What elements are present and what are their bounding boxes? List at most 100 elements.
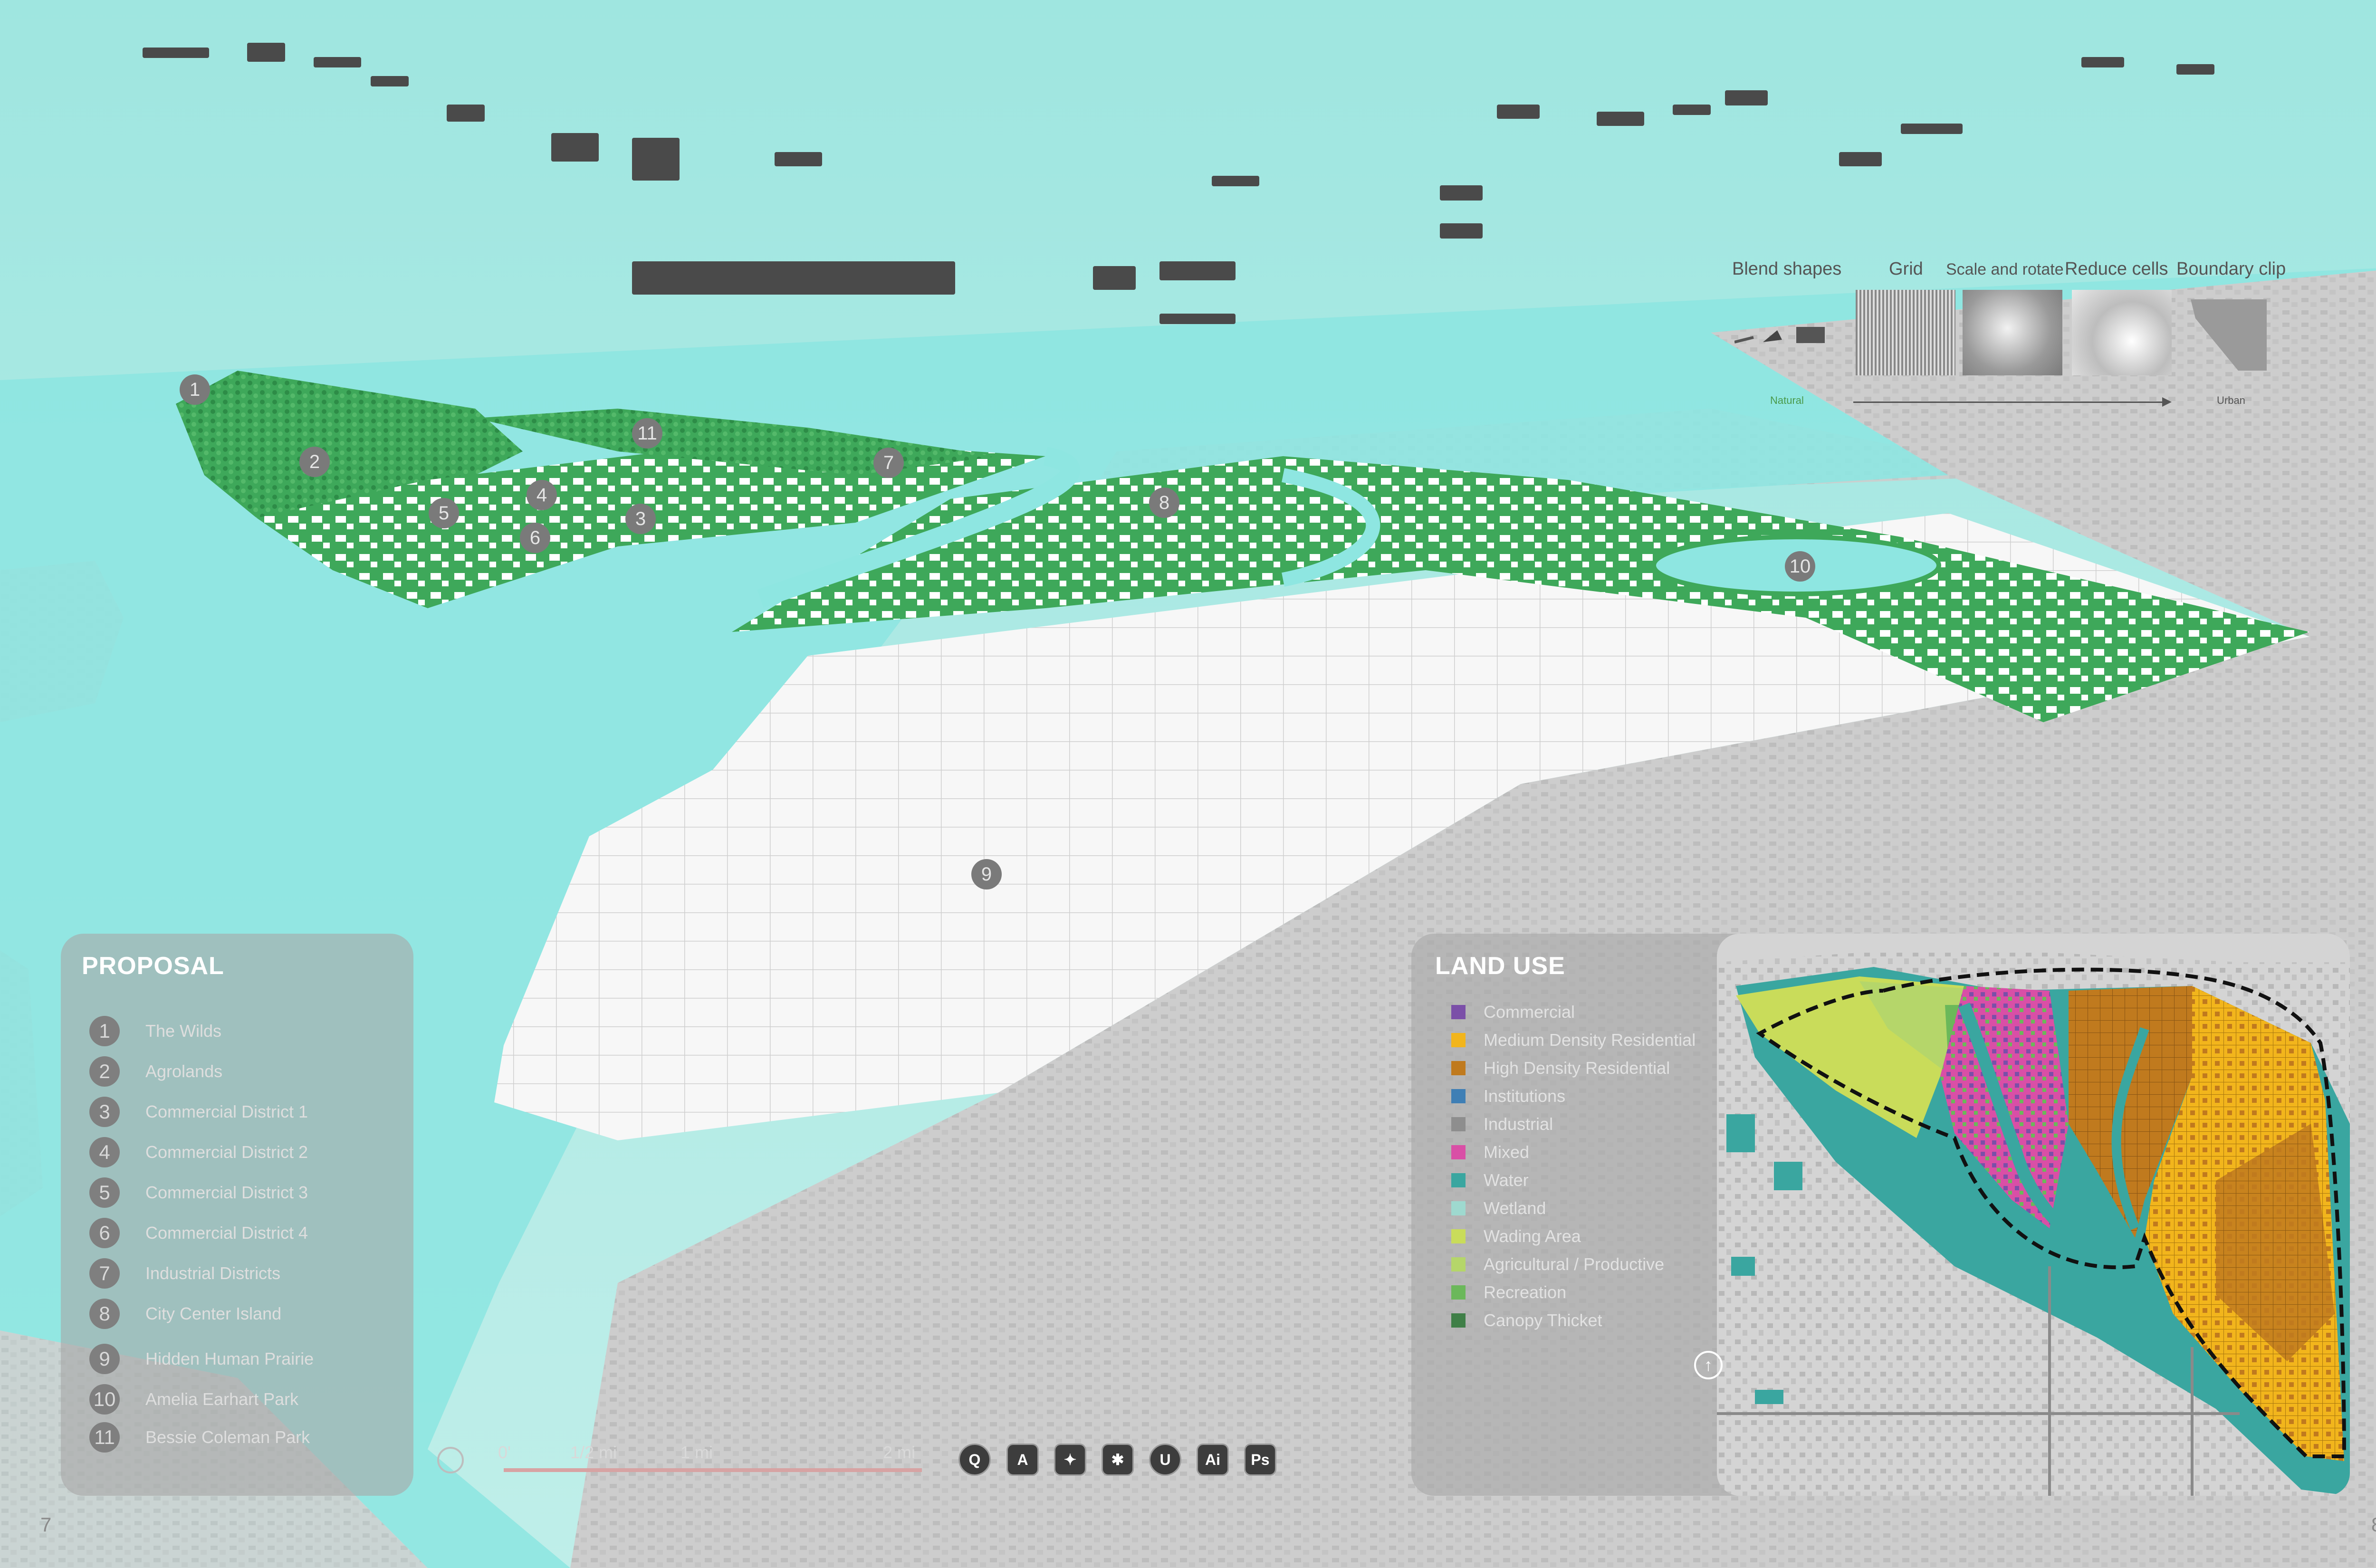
step-label: Boundary clip xyxy=(2176,259,2286,279)
map-marker: 11 xyxy=(632,418,662,449)
land-use-label: Agricultural / Productive xyxy=(1484,1254,1665,1274)
land-use-item: Water xyxy=(1451,1166,1529,1194)
land-use-item: Institutions xyxy=(1451,1082,1565,1110)
proposal-item-label: Hidden Human Prairie xyxy=(145,1349,314,1368)
number-badge: 2 xyxy=(89,1056,120,1087)
illustrator-icon: Ai xyxy=(1197,1444,1229,1476)
land-use-label: Canopy Thicket xyxy=(1484,1310,1602,1330)
north-arrow-icon: ↑ xyxy=(1694,1351,1723,1379)
land-use-label: Wetland xyxy=(1484,1198,1546,1218)
proposal-item-label: City Center Island xyxy=(145,1304,282,1323)
gh-node xyxy=(1597,112,1644,126)
axis-start-label: Natural xyxy=(1770,394,1804,406)
gh-node xyxy=(1093,266,1136,290)
land-use-item: Canopy Thicket xyxy=(1451,1307,1602,1334)
number-badge: 9 xyxy=(89,1344,120,1374)
gh-node xyxy=(1159,261,1236,280)
swatch xyxy=(1451,1033,1466,1047)
number-badge: 11 xyxy=(89,1422,120,1453)
land-use-item: Medium Density Residential xyxy=(1451,1026,1696,1054)
land-use-label: Industrial xyxy=(1484,1114,1553,1134)
map-marker: 2 xyxy=(299,447,330,477)
reduce-cells-thumbnail xyxy=(2072,290,2172,375)
step-label: Grid xyxy=(1889,259,1923,279)
gh-node xyxy=(1725,90,1768,105)
land-use-label: Medium Density Residential xyxy=(1484,1030,1696,1050)
step-label: Blend shapes xyxy=(1732,259,1842,279)
number-badge: 5 xyxy=(89,1177,120,1208)
gh-node xyxy=(1839,152,1882,166)
land-use-item: Wetland xyxy=(1451,1195,1546,1222)
proposal-item: 11 Bessie Coleman Park xyxy=(89,1421,310,1454)
qgis-icon: Q xyxy=(958,1444,991,1476)
blend-shapes-thumbnail xyxy=(1734,318,1834,347)
proposal-item: 8 City Center Island xyxy=(89,1297,281,1330)
land-use-label: Water xyxy=(1484,1170,1529,1190)
proposal-item-label: Commercial District 2 xyxy=(145,1142,308,1162)
number-badge: 10 xyxy=(89,1384,120,1415)
proposal-item: 6 Commercial District 4 xyxy=(89,1216,308,1250)
swatch xyxy=(1451,1005,1466,1019)
map-marker: 6 xyxy=(520,523,550,553)
proposal-item: 3 Commercial District 1 xyxy=(89,1095,308,1128)
proposal-item-label: Commercial District 4 xyxy=(145,1223,308,1243)
land-use-item: Wading Area xyxy=(1451,1223,1581,1250)
number-badge: 6 xyxy=(89,1218,120,1248)
proposal-item: 2 Agrolands xyxy=(89,1055,222,1088)
swatch xyxy=(1451,1061,1466,1075)
land-use-label: Mixed xyxy=(1484,1142,1530,1162)
land-use-item: High Density Residential xyxy=(1451,1054,1670,1082)
gh-node xyxy=(247,43,285,62)
gh-node xyxy=(1440,185,1483,201)
gh-node xyxy=(632,138,680,181)
gh-node xyxy=(1673,105,1711,115)
map-marker: 8 xyxy=(1149,488,1179,518)
step-label: Reduce cells xyxy=(2065,259,2168,279)
land-use-label: Recreation xyxy=(1484,1282,1567,1302)
number-badge: 1 xyxy=(89,1016,120,1046)
number-badge: 8 xyxy=(89,1299,120,1329)
scale-label: 1/2 mi xyxy=(570,1443,617,1462)
number-badge: 7 xyxy=(89,1258,120,1289)
proposal-legend-panel: PROPOSAL 1 The Wilds 2 Agrolands 3 Commerci… xyxy=(61,934,413,1496)
proposal-item-label: The Wilds xyxy=(145,1021,222,1041)
proposal-item: 5 Commercial District 3 xyxy=(89,1176,308,1209)
unreal-icon: U xyxy=(1149,1444,1181,1476)
number-badge: 4 xyxy=(89,1137,120,1167)
gh-node xyxy=(2176,64,2214,75)
scale-line xyxy=(504,1468,922,1472)
map-marker: 9 xyxy=(971,859,1002,889)
land-use-label: Institutions xyxy=(1484,1086,1566,1106)
gh-node xyxy=(775,152,822,166)
swatch xyxy=(1451,1285,1466,1300)
autocad-icon: A xyxy=(1006,1444,1039,1476)
gh-node xyxy=(314,57,361,67)
gh-node xyxy=(447,105,485,122)
rhino-icon: ✦ xyxy=(1054,1444,1086,1476)
proposal-item: 9 Hidden Human Prairie xyxy=(89,1342,314,1376)
proposal-title: PROPOSAL xyxy=(82,952,224,980)
scale-rotate-thumbnail xyxy=(1963,290,2062,375)
swatch xyxy=(1451,1229,1466,1243)
grid-thumbnail xyxy=(1856,290,1955,375)
swatch xyxy=(1451,1257,1466,1272)
land-use-label: Commercial xyxy=(1484,1002,1575,1022)
proposal-item-label: Industrial Districts xyxy=(145,1263,281,1283)
gh-node xyxy=(371,76,409,86)
proposal-item-label: Amelia Earhart Park xyxy=(145,1389,299,1409)
proposal-item-label: Commercial District 1 xyxy=(145,1102,308,1121)
land-use-panel: LAND USE Commercial Medium Density Resid… xyxy=(1411,934,2350,1496)
page-number-left: 7 xyxy=(40,1513,52,1536)
swatch xyxy=(1451,1089,1466,1103)
map-marker: 10 xyxy=(1785,551,1815,582)
number-badge: 3 xyxy=(89,1097,120,1127)
land-use-item: Recreation xyxy=(1451,1279,1566,1306)
gh-node xyxy=(1497,105,1540,119)
grasshopper-icon: ✱ xyxy=(1102,1444,1134,1476)
map-marker: 7 xyxy=(873,448,904,478)
gh-node xyxy=(1212,176,1259,186)
proposal-item: 1 The Wilds xyxy=(89,1014,221,1048)
map-marker: 4 xyxy=(527,480,557,510)
swatch xyxy=(1451,1145,1466,1159)
scale-label: 0' xyxy=(498,1443,511,1462)
